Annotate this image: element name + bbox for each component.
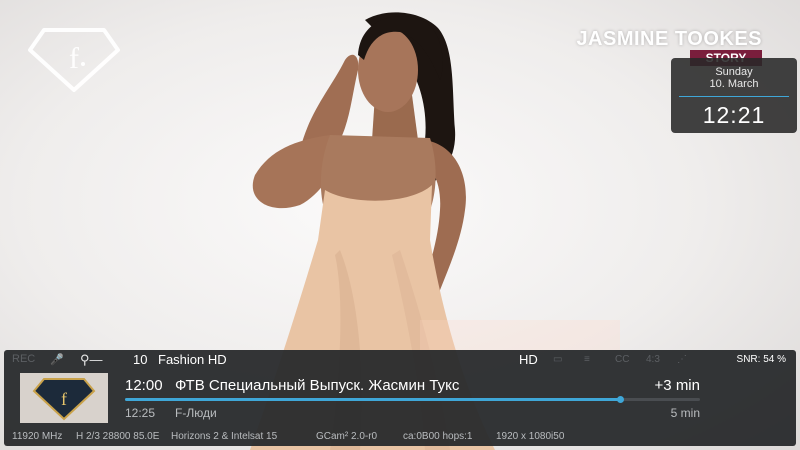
ca-readout: ca:0B00 hops:1 [403, 431, 473, 442]
current-program-remaining: +3 min [654, 377, 700, 394]
channel-number: 10 [133, 352, 148, 367]
hd-badge: HD [519, 352, 538, 367]
svg-text:f: f [61, 389, 67, 409]
status-line: REC 🎤 ⚲— 10 Fashion HD HD ▭ ≡ CC 4:3 ⋰ S… [4, 350, 796, 370]
format-indicator-icon: 4:3 [646, 354, 660, 365]
show-title: JASMINE TOOKES [576, 28, 762, 50]
frequency-readout: 11920 MHz [12, 431, 63, 442]
next-program-title: F-Люди [175, 406, 217, 420]
current-program-time: 12:00 [125, 377, 163, 394]
rec-indicator: REC [12, 353, 36, 365]
next-program-duration: 5 min [670, 406, 700, 420]
tech-info-line: 11920 MHz H 2/3 28800 85.0E Horizons 2 &… [4, 431, 796, 445]
current-program-title: ФТВ Специальный Выпуск. Жасмин Тукс [175, 377, 460, 394]
teletext-indicator-icon: ≡ [584, 354, 590, 365]
signal-indicator-icon: ⋰ [677, 354, 687, 365]
clock-day: Sunday [715, 66, 753, 78]
transponder-readout: H 2/3 28800 85.0E [76, 431, 160, 442]
satellite-name: Horizons 2 & Intelsat 15 [171, 431, 278, 442]
resolution-readout: 1920 x 1080i50 [496, 431, 565, 442]
fashion-tv-logo-icon: f [28, 28, 120, 92]
subtitle-indicator-icon: CC [615, 354, 630, 365]
clock-date: 10. March [709, 78, 759, 90]
fashion-tv-diamond-icon: f [20, 373, 108, 423]
svg-text:f: f [69, 42, 79, 75]
key-icon: ⚲— [80, 352, 103, 367]
mic-icon: 🎤 [50, 354, 64, 366]
clock-time: 12:21 [702, 102, 766, 128]
snr-readout: SNR: 54 % [736, 354, 786, 365]
aspect-indicator-icon: ▭ [553, 354, 563, 365]
next-program-time: 12:25 [125, 406, 156, 420]
clock-panel: Sunday 10. March 12:21 [671, 58, 797, 133]
channel-name: Fashion HD [158, 352, 227, 367]
channel-info-bar: REC 🎤 ⚲— 10 Fashion HD HD ▭ ≡ CC 4:3 ⋰ S… [4, 350, 796, 446]
clock-divider [679, 96, 789, 97]
channel-logo-thumbnail: f [20, 373, 108, 423]
cam-readout: GCam² 2.0-r0 [316, 431, 378, 442]
program-progress-fill [125, 398, 620, 401]
program-progress-bar [125, 396, 700, 403]
program-progress-knob [616, 396, 624, 403]
